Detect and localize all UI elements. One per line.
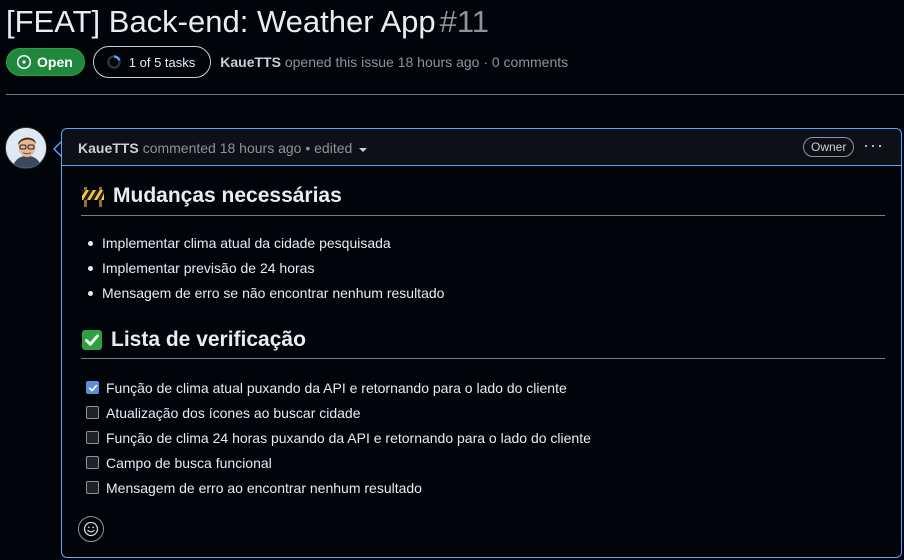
edit-history-caret-icon[interactable] bbox=[359, 147, 368, 152]
task-label: Mensagem de erro ao encontrar nenhum res… bbox=[106, 479, 422, 496]
changes-list: Implementar clima atual da cidade pesqui… bbox=[82, 231, 444, 306]
section-heading-checklist: Lista de verificação bbox=[81, 328, 306, 352]
comment-pointer bbox=[53, 141, 62, 157]
issue-open-icon bbox=[16, 54, 32, 70]
avatar-image bbox=[6, 128, 46, 168]
issue-state-label: Open bbox=[37, 54, 73, 70]
list-item: Mensagem de erro se não encontrar nenhum… bbox=[82, 281, 444, 306]
issue-opened-text: opened this issue 18 hours ago · 0 comme… bbox=[284, 54, 569, 70]
section-rule-changes bbox=[81, 215, 885, 216]
list-item: Implementar previsão de 24 horas bbox=[82, 256, 444, 281]
author-avatar[interactable] bbox=[5, 127, 47, 169]
task-list: Função de clima atual puxando da API e r… bbox=[86, 375, 591, 500]
section-heading-changes: Mudanças necessárias bbox=[81, 184, 342, 208]
comment-options-kebab-icon[interactable]: ··· bbox=[863, 136, 884, 154]
comment-author-link[interactable]: KaueTTS bbox=[78, 140, 139, 156]
comment-header: KaueTTS commented 18 hours ago • edited … bbox=[62, 129, 901, 166]
section-rule-checklist bbox=[81, 358, 885, 359]
comment-meta: KaueTTS commented 18 hours ago • edited bbox=[78, 140, 368, 156]
checkmark-icon bbox=[88, 384, 97, 391]
check-mark-button-icon bbox=[82, 330, 102, 350]
task-item: Função de clima 24 horas puxando da API … bbox=[86, 425, 591, 450]
list-item: Implementar clima atual da cidade pesqui… bbox=[82, 231, 444, 256]
issue-opened-meta: KaueTTS opened this issue 18 hours ago ·… bbox=[220, 54, 568, 70]
construction-barrier-icon bbox=[82, 187, 104, 207]
issue-meta-row: Open 1 of 5 tasks KaueTTS opened this is… bbox=[6, 46, 568, 78]
tasks-progress-button[interactable]: 1 of 5 tasks bbox=[92, 46, 212, 78]
issue-title: [FEAT] Back-end: Weather App bbox=[6, 4, 436, 39]
issue-title-row: [FEAT] Back-end: Weather App #11 bbox=[6, 2, 489, 42]
smiley-icon bbox=[83, 521, 99, 537]
task-item: Campo de busca funcional bbox=[86, 450, 591, 475]
issue-state-badge: Open bbox=[6, 48, 85, 76]
task-item: Mensagem de erro ao encontrar nenhum res… bbox=[86, 475, 591, 500]
issue-number: #11 bbox=[439, 4, 490, 39]
task-label: Campo de busca funcional bbox=[106, 454, 272, 471]
comment-card: KaueTTS commented 18 hours ago • edited … bbox=[61, 128, 902, 558]
task-checkbox[interactable] bbox=[86, 481, 99, 494]
task-checkbox[interactable] bbox=[86, 431, 99, 444]
section-heading-changes-text: Mudanças necessárias bbox=[113, 184, 342, 207]
task-label: Atualização dos ícones ao buscar cidade bbox=[106, 404, 361, 421]
owner-badge: Owner bbox=[803, 137, 855, 157]
task-label: Função de clima 24 horas puxando da API … bbox=[106, 429, 591, 446]
task-checkbox[interactable] bbox=[86, 456, 99, 469]
add-reaction-button[interactable] bbox=[78, 516, 104, 542]
task-label: Função de clima atual puxando da API e r… bbox=[106, 379, 567, 396]
comment-meta-text[interactable]: commented 18 hours ago • edited bbox=[143, 140, 353, 156]
task-item: Atualização dos ícones ao buscar cidade bbox=[86, 400, 591, 425]
task-progress-icon bbox=[106, 55, 121, 69]
header-divider bbox=[6, 94, 904, 95]
task-checkbox[interactable] bbox=[86, 381, 99, 394]
tasks-progress-label: 1 of 5 tasks bbox=[128, 54, 196, 70]
issue-author-link[interactable]: KaueTTS bbox=[220, 54, 281, 70]
section-heading-checklist-text: Lista de verificação bbox=[111, 328, 306, 351]
task-checkbox[interactable] bbox=[86, 406, 99, 419]
task-item: Função de clima atual puxando da API e r… bbox=[86, 375, 591, 400]
